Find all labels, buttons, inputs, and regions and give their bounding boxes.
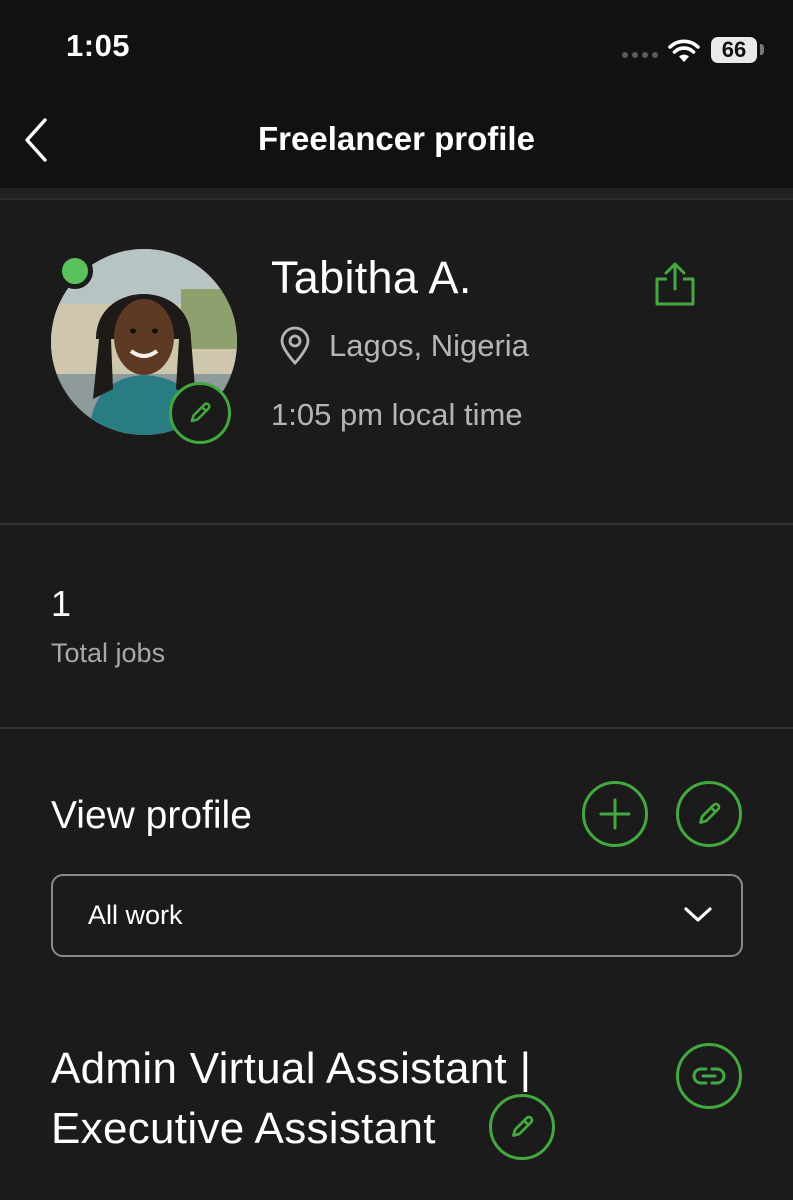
header-divider bbox=[0, 188, 793, 200]
edit-photo-button[interactable] bbox=[169, 382, 231, 444]
copy-link-button[interactable] bbox=[676, 1043, 742, 1109]
section-title: View profile bbox=[51, 794, 252, 837]
cellular-signal-icon bbox=[622, 52, 658, 58]
profile-header: Tabitha A. Lagos, Nigeria 1:05 pm local … bbox=[0, 200, 793, 523]
wifi-icon bbox=[668, 39, 700, 62]
navigation-bar: Freelancer profile bbox=[0, 100, 793, 188]
status-time: 1:05 bbox=[66, 28, 131, 63]
link-icon bbox=[692, 1067, 726, 1085]
location-text: Lagos, Nigeria bbox=[329, 328, 529, 363]
battery-tip bbox=[760, 44, 764, 55]
pencil-icon bbox=[512, 1115, 534, 1137]
plus-icon bbox=[599, 798, 631, 830]
work-filter-select[interactable]: All work bbox=[51, 874, 743, 957]
work-section: View profile All work Admin Virtual Assi… bbox=[0, 729, 793, 1200]
online-status-indicator bbox=[57, 253, 93, 289]
avatar-container bbox=[51, 249, 237, 444]
stats-section: 1 Total jobs bbox=[0, 525, 793, 727]
page-title: Freelancer profile bbox=[258, 120, 535, 157]
location-pin-icon bbox=[280, 326, 310, 366]
battery-icon: 66 bbox=[711, 37, 757, 63]
total-jobs-count: 1 bbox=[51, 583, 72, 624]
pencil-icon bbox=[699, 802, 721, 824]
total-jobs-label: Total jobs bbox=[51, 638, 166, 668]
job-title-line1: Admin Virtual Assistant | bbox=[51, 1044, 532, 1093]
add-button[interactable] bbox=[582, 781, 648, 847]
local-time: 1:05 pm local time bbox=[271, 397, 523, 432]
edit-button[interactable] bbox=[676, 781, 742, 847]
pencil-icon bbox=[190, 402, 211, 423]
share-icon[interactable] bbox=[650, 261, 700, 307]
work-filter-value: All work bbox=[88, 900, 183, 930]
edit-title-button[interactable] bbox=[489, 1094, 555, 1160]
profile-name: Tabitha A. bbox=[271, 252, 472, 303]
chevron-down-icon bbox=[684, 907, 712, 922]
job-title-line2: Executive Assistant bbox=[51, 1104, 436, 1153]
location-row: Lagos, Nigeria bbox=[278, 326, 529, 366]
status-bar: 1:05 66 bbox=[0, 0, 793, 100]
